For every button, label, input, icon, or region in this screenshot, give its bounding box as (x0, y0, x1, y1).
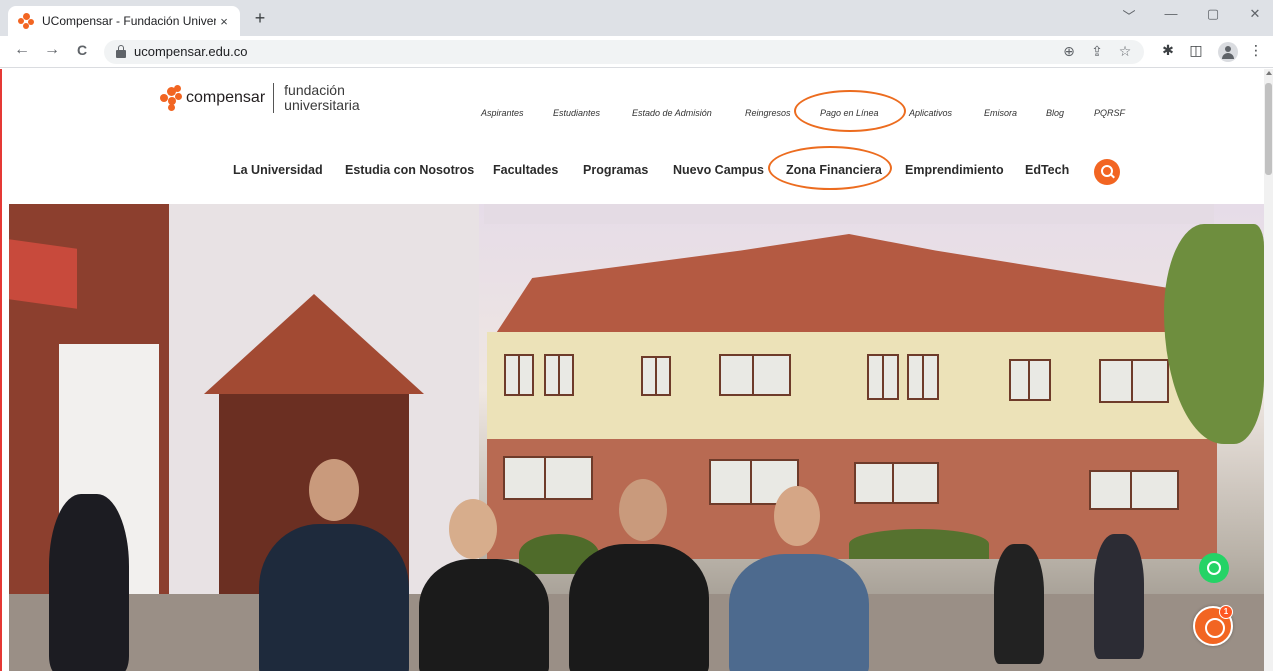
mainnav-nuevo-campus[interactable]: Nuevo Campus (673, 163, 764, 177)
hero-student (994, 544, 1044, 664)
share-icon[interactable]: ⇪ (1088, 43, 1106, 60)
hero-window (641, 356, 671, 396)
site-logo[interactable]: compensar fundación universitaria (160, 81, 360, 115)
hero-bush (849, 529, 989, 559)
logo-divider (273, 83, 275, 113)
hero-campus-image (9, 204, 1264, 671)
mainnav-facultades[interactable]: Facultades (493, 163, 558, 177)
hero-student-head (449, 499, 497, 559)
reload-button[interactable]: C (72, 42, 92, 58)
hero-student (259, 524, 409, 671)
tab-search-chevron-icon[interactable]: ﹀ (1118, 6, 1140, 25)
hero-window (867, 354, 899, 400)
minimize-button[interactable]: — (1160, 6, 1182, 21)
hero-sky (484, 204, 1214, 224)
hero-student (1094, 534, 1144, 659)
tab-title: UCompensar - Fundación Univer (42, 14, 216, 28)
logo-subtitle-line1: fundación (284, 82, 345, 98)
compensar-dots-icon (160, 85, 182, 111)
scrollbar-thumb[interactable] (1265, 83, 1272, 175)
topnav-estudiantes[interactable]: Estudiantes (553, 108, 600, 118)
compensar-favicon-icon (18, 13, 34, 29)
restore-button[interactable]: ▢ (1202, 6, 1224, 22)
zoom-icon[interactable]: ⊕ (1060, 43, 1078, 60)
mainnav-edtech[interactable]: EdTech (1025, 163, 1069, 177)
whatsapp-icon[interactable] (1199, 553, 1229, 583)
topnav-emisora[interactable]: Emisora (984, 108, 1017, 118)
browser-menu-icon[interactable]: ⋮ (1246, 42, 1266, 59)
zona-financiera-highlight-circle (768, 146, 892, 190)
hero-window (719, 354, 791, 396)
logo-brand-text: compensar (186, 89, 266, 106)
hero-student-head (619, 479, 667, 541)
hero-student-head (309, 459, 359, 521)
hero-tile-roof (489, 234, 1209, 344)
url-text[interactable]: ucompensar.edu.co (134, 44, 247, 59)
search-icon[interactable] (1094, 159, 1120, 185)
logo-subtitle: fundación universitaria (284, 83, 359, 113)
hero-window (1009, 359, 1051, 401)
topnav-pqrsf[interactable]: PQRSF (1094, 108, 1125, 118)
bookmark-star-icon[interactable]: ☆ (1116, 43, 1134, 60)
hero-student-head (774, 486, 820, 546)
hero-student (419, 559, 549, 671)
hero-student (569, 544, 709, 671)
address-bar[interactable]: ucompensar.edu.co ⊕ ⇪ ☆ (104, 40, 1144, 64)
topnav-aspirantes[interactable]: Aspirantes (481, 108, 524, 118)
profile-avatar-icon[interactable] (1218, 42, 1238, 62)
topnav-estado-admision[interactable]: Estado de Admisión (632, 108, 712, 118)
topnav-reingresos[interactable]: Reingresos (745, 108, 791, 118)
hero-window (503, 456, 593, 500)
pago-en-linea-highlight-circle (794, 90, 906, 132)
mainnav-emprendimiento[interactable]: Emprendimiento (905, 163, 1004, 177)
mainnav-estudia-con-nosotros[interactable]: Estudia con Nosotros (345, 163, 474, 177)
forward-button[interactable]: → (42, 41, 62, 59)
back-button[interactable]: ← (12, 41, 32, 59)
scroll-up-arrow-icon[interactable] (1266, 71, 1272, 75)
chat-notification-badge: 1 (1219, 605, 1233, 619)
hero-window (504, 354, 534, 396)
hero-window (1089, 470, 1179, 510)
browser-tab-active[interactable]: UCompensar - Fundación Univer × (8, 6, 240, 36)
side-panel-icon[interactable]: ◫ (1186, 42, 1206, 59)
hero-window (907, 354, 939, 400)
close-window-button[interactable]: ✕ (1244, 6, 1266, 22)
extensions-icon[interactable]: ✱ (1158, 42, 1178, 59)
topnav-aplicativos[interactable]: Aplicativos (909, 108, 952, 118)
hero-student (49, 494, 129, 671)
mainnav-programas[interactable]: Programas (583, 163, 648, 177)
mainnav-la-universidad[interactable]: La Universidad (233, 163, 323, 177)
browser-toolbar: ← → C ucompensar.edu.co ⊕ ⇪ ☆ ✱ ◫ ⋮ (0, 36, 1273, 68)
hero-window (544, 354, 574, 396)
hero-red-sign (9, 239, 77, 309)
logo-subtitle-line2: universitaria (284, 97, 360, 113)
lock-icon[interactable] (116, 45, 126, 58)
page-left-border (0, 69, 7, 671)
hero-window (1099, 359, 1169, 403)
hero-student (729, 554, 869, 671)
browser-tab-bar: UCompensar - Fundación Univer × + ﹀ — ▢ … (0, 0, 1273, 36)
hero-window (854, 462, 939, 504)
website-viewport: compensar fundación universitaria Aspira… (0, 69, 1273, 671)
new-tab-button[interactable]: + (250, 8, 270, 29)
page-scrollbar[interactable] (1264, 69, 1273, 671)
topnav-blog[interactable]: Blog (1046, 108, 1064, 118)
tab-close-icon[interactable]: × (216, 14, 232, 29)
